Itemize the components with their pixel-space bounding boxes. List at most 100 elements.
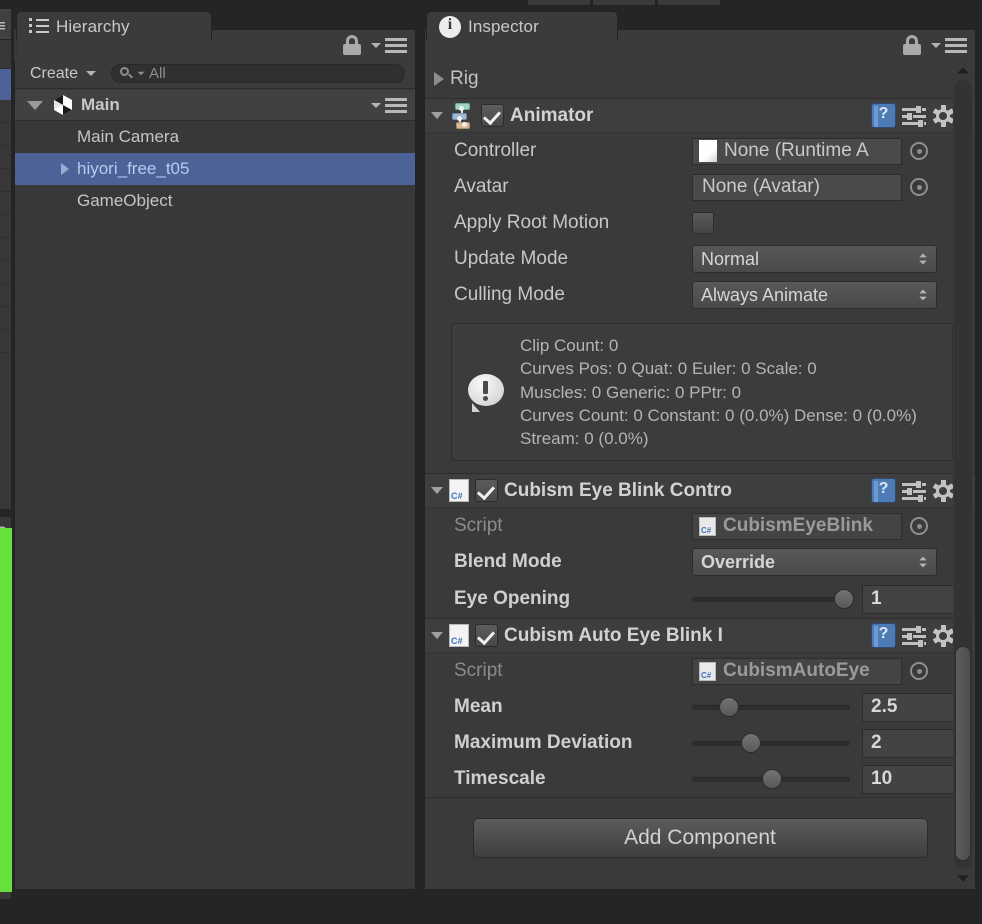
help-icon[interactable]	[871, 103, 896, 128]
left-neighbour-panel-top	[0, 8, 12, 510]
hierarchy-root-label: Main	[81, 95, 120, 114]
object-picker-button[interactable]	[910, 142, 928, 160]
csharp-script-icon	[449, 624, 469, 648]
update-mode-value: Normal	[701, 248, 760, 269]
culling-mode-value: Always Animate	[701, 284, 829, 305]
expand-triangle-icon[interactable]	[61, 163, 69, 175]
toolbar-button-1[interactable]	[527, 0, 591, 6]
component-header[interactable]: Cubism Auto Eye Blink I	[425, 619, 975, 654]
property-label: Blend Mode	[454, 551, 562, 573]
toolbar-button-2[interactable]	[592, 0, 656, 6]
maximum-deviation-value-field[interactable]: 2	[862, 728, 966, 758]
tab-inspector-label: Inspector	[468, 16, 539, 36]
inspector-scrollbar[interactable]	[953, 61, 973, 888]
property-apply-root-motion: Apply Root Motion	[425, 205, 975, 241]
property-script: Script CubismAutoEye	[425, 653, 975, 689]
lock-icon[interactable]	[903, 35, 921, 55]
hierarchy-item-main-camera[interactable]: Main Camera	[15, 121, 415, 153]
preset-icon[interactable]	[902, 625, 926, 647]
preset-icon[interactable]	[902, 480, 926, 502]
culling-mode-dropdown[interactable]: Always Animate	[692, 281, 937, 309]
scrollbar-thumb[interactable]	[955, 646, 971, 861]
component-enabled-checkbox[interactable]	[475, 624, 498, 648]
sliver-row	[0, 261, 11, 284]
tab-hierarchy[interactable]: Hierarchy	[16, 11, 212, 41]
scroll-up-button[interactable]	[953, 61, 973, 80]
slider-knob[interactable]	[761, 769, 782, 790]
property-controller: Controller None (Runtime A	[425, 133, 975, 169]
hierarchy-item-gameobject[interactable]: GameObject	[15, 185, 415, 217]
maximum-deviation-slider[interactable]	[692, 733, 850, 754]
unity-scene-icon	[52, 94, 74, 116]
lock-icon[interactable]	[343, 35, 361, 55]
hierarchy-toolbar: Create All	[15, 59, 415, 89]
expand-triangle-icon[interactable]	[431, 487, 443, 495]
component-title: Cubism Auto Eye Blink I	[504, 624, 723, 646]
unity-editor-window: C Create All	[0, 0, 982, 924]
component-enabled-checkbox[interactable]	[481, 104, 504, 127]
slider-knob[interactable]	[740, 733, 761, 754]
scene-context-menu-button[interactable]	[371, 97, 415, 113]
search-icon	[120, 67, 134, 80]
hierarchy-root-row[interactable]: Main	[15, 90, 415, 121]
mean-value-field[interactable]: 2.5	[862, 692, 966, 722]
info-line: Curves Count: 0 Constant: 0 (0.0%) Dense…	[520, 405, 863, 425]
tab-inspector[interactable]: Inspector	[426, 11, 618, 41]
expand-triangle-icon[interactable]	[27, 100, 43, 110]
property-timescale: Timescale 10	[425, 761, 975, 797]
rig-foldout[interactable]: Rig	[425, 59, 975, 99]
sliver-selected-row[interactable]	[0, 69, 11, 100]
blend-mode-value: Override	[701, 551, 776, 572]
hierarchy-item-label: GameObject	[77, 191, 173, 210]
add-component-button[interactable]: Add Component	[472, 818, 928, 859]
sliver-row	[0, 238, 11, 261]
object-picker-button[interactable]	[910, 517, 928, 536]
property-maximum-deviation: Maximum Deviation 2	[425, 725, 975, 761]
sliver-row	[0, 123, 11, 146]
gear-icon[interactable]	[932, 624, 954, 647]
property-label: Mean	[454, 696, 503, 718]
expand-triangle-icon[interactable]	[431, 632, 443, 640]
component-title: Animator	[510, 104, 594, 126]
eye-opening-slider[interactable]	[692, 589, 855, 610]
timescale-slider[interactable]	[692, 769, 850, 790]
script-object-field: CubismEyeBlink	[692, 512, 902, 540]
info-line: Muscles: 0 Generic: 0 PPtr: 0	[520, 382, 742, 402]
component-cubism-eye-blink-controller: Cubism Eye Blink Contro	[425, 474, 975, 620]
search-input[interactable]: All	[111, 64, 405, 83]
apply-root-motion-checkbox[interactable]	[692, 212, 714, 234]
sliver-tab-icon	[0, 22, 12, 36]
create-button[interactable]: Create	[21, 63, 105, 85]
timescale-value: 10	[871, 768, 893, 790]
component-enabled-checkbox[interactable]	[475, 479, 498, 503]
component-header[interactable]: Cubism Eye Blink Contro	[425, 474, 975, 509]
expand-triangle-icon[interactable]	[434, 71, 444, 86]
timescale-value-field[interactable]: 10	[862, 764, 966, 794]
gear-icon[interactable]	[932, 104, 954, 127]
slider-knob[interactable]	[834, 589, 855, 610]
inspector-content: Rig Animator ? Controller None (Runtime …	[425, 59, 975, 889]
eye-opening-value-field[interactable]: 1	[862, 584, 966, 614]
object-picker-button[interactable]	[910, 178, 928, 196]
help-icon[interactable]	[871, 623, 896, 649]
blend-mode-dropdown[interactable]: Override	[692, 548, 937, 577]
component-header[interactable]: Animator	[425, 99, 975, 133]
toolbar-button-3[interactable]	[657, 0, 721, 6]
update-mode-dropdown[interactable]: Normal	[692, 245, 937, 273]
preset-icon[interactable]	[902, 105, 926, 127]
hierarchy-menu-button[interactable]	[371, 37, 407, 53]
object-picker-button[interactable]	[910, 662, 928, 681]
animator-info-text: Clip Count: 0 Curves Pos: 0 Quat: 0 Eule…	[520, 334, 938, 450]
expand-triangle-icon[interactable]	[431, 112, 443, 119]
avatar-object-field[interactable]: None (Avatar)	[692, 173, 902, 201]
gear-icon[interactable]	[932, 479, 954, 502]
slider-knob[interactable]	[718, 697, 739, 718]
controller-object-field[interactable]: None (Runtime A	[692, 137, 902, 165]
inspector-menu-button[interactable]	[931, 37, 967, 53]
scroll-down-button[interactable]	[953, 869, 973, 888]
csharp-script-icon	[449, 479, 469, 503]
mean-slider[interactable]	[692, 697, 850, 718]
hierarchy-item-hiyori-free-t05[interactable]: hiyori_free_t05	[15, 153, 415, 185]
help-icon[interactable]	[871, 478, 896, 504]
property-mean: Mean 2.5	[425, 689, 975, 725]
